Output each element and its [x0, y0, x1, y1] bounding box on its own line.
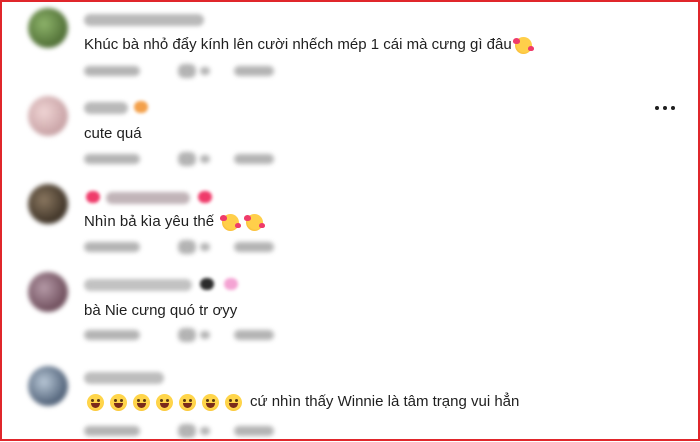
grinning-squinting-face-icon [225, 393, 242, 411]
like-icon[interactable] [178, 328, 196, 342]
comment-text: Nhìn bả kìa yêu thế [84, 213, 266, 231]
reply-button[interactable] [234, 426, 274, 436]
comment-text: Khúc bà nhỏ đẩy kính lên cười nhếch mép … [84, 36, 535, 54]
grinning-squinting-face-icon [179, 393, 196, 411]
like-icon[interactable] [178, 152, 196, 166]
more-options-icon[interactable] [648, 96, 682, 120]
smiling-face-with-hearts-icon [512, 36, 534, 54]
badge-icon [224, 278, 238, 290]
avatar[interactable] [28, 366, 68, 406]
reply-button[interactable] [234, 66, 274, 76]
like-icon[interactable] [178, 240, 196, 254]
comment-item: bà Nie cưng quó tr ơyy [0, 264, 700, 354]
badge-icon [134, 101, 148, 113]
comment-item: Nhìn bả kìa yêu thế [0, 176, 700, 266]
heart-icon [86, 191, 100, 203]
heart-icon [198, 191, 212, 203]
like-count [200, 427, 210, 435]
more-dot [671, 106, 675, 110]
grinning-squinting-face-icon [156, 393, 173, 411]
like-icon[interactable] [178, 424, 196, 438]
timestamp [84, 154, 140, 164]
grinning-squinting-face-icon [87, 393, 104, 411]
grinning-squinting-face-icon [202, 393, 219, 411]
grinning-squinting-face-icon [110, 393, 127, 411]
commenter-name[interactable] [84, 279, 192, 291]
smiling-face-with-hearts-icon [220, 213, 242, 231]
commenter-name[interactable] [84, 14, 204, 26]
timestamp [84, 330, 140, 340]
comment-text: bà Nie cưng quó tr ơyy [84, 302, 238, 319]
badge-icon [200, 278, 214, 290]
avatar[interactable] [28, 96, 68, 136]
timestamp [84, 242, 140, 252]
smiling-face-with-hearts-icon [244, 213, 266, 231]
like-count [200, 243, 210, 251]
like-icon[interactable] [178, 64, 196, 78]
comment-item: Khúc bà nhỏ đẩy kính lên cười nhếch mép … [0, 0, 700, 90]
reply-button[interactable] [234, 242, 274, 252]
like-count [200, 331, 210, 339]
like-count [200, 67, 210, 75]
commenter-name[interactable] [106, 192, 190, 204]
commenter-name[interactable] [84, 372, 164, 384]
commenter-name[interactable] [84, 102, 128, 114]
comment-text: cứ nhìn thấy Winnie là tâm trạng vui hẳn [84, 393, 519, 411]
reply-button[interactable] [234, 154, 274, 164]
more-dot [663, 106, 667, 110]
avatar[interactable] [28, 272, 68, 312]
reply-button[interactable] [234, 330, 274, 340]
grinning-squinting-face-icon [133, 393, 150, 411]
avatar[interactable] [28, 184, 68, 224]
avatar[interactable] [28, 8, 68, 48]
comment-item: cứ nhìn thấy Winnie là tâm trạng vui hẳn [0, 352, 700, 442]
like-count [200, 155, 210, 163]
more-dot [655, 106, 659, 110]
timestamp [84, 66, 140, 76]
timestamp [84, 426, 140, 436]
comment-item: cute quá [0, 88, 700, 178]
comment-text: cute quá [84, 125, 142, 142]
